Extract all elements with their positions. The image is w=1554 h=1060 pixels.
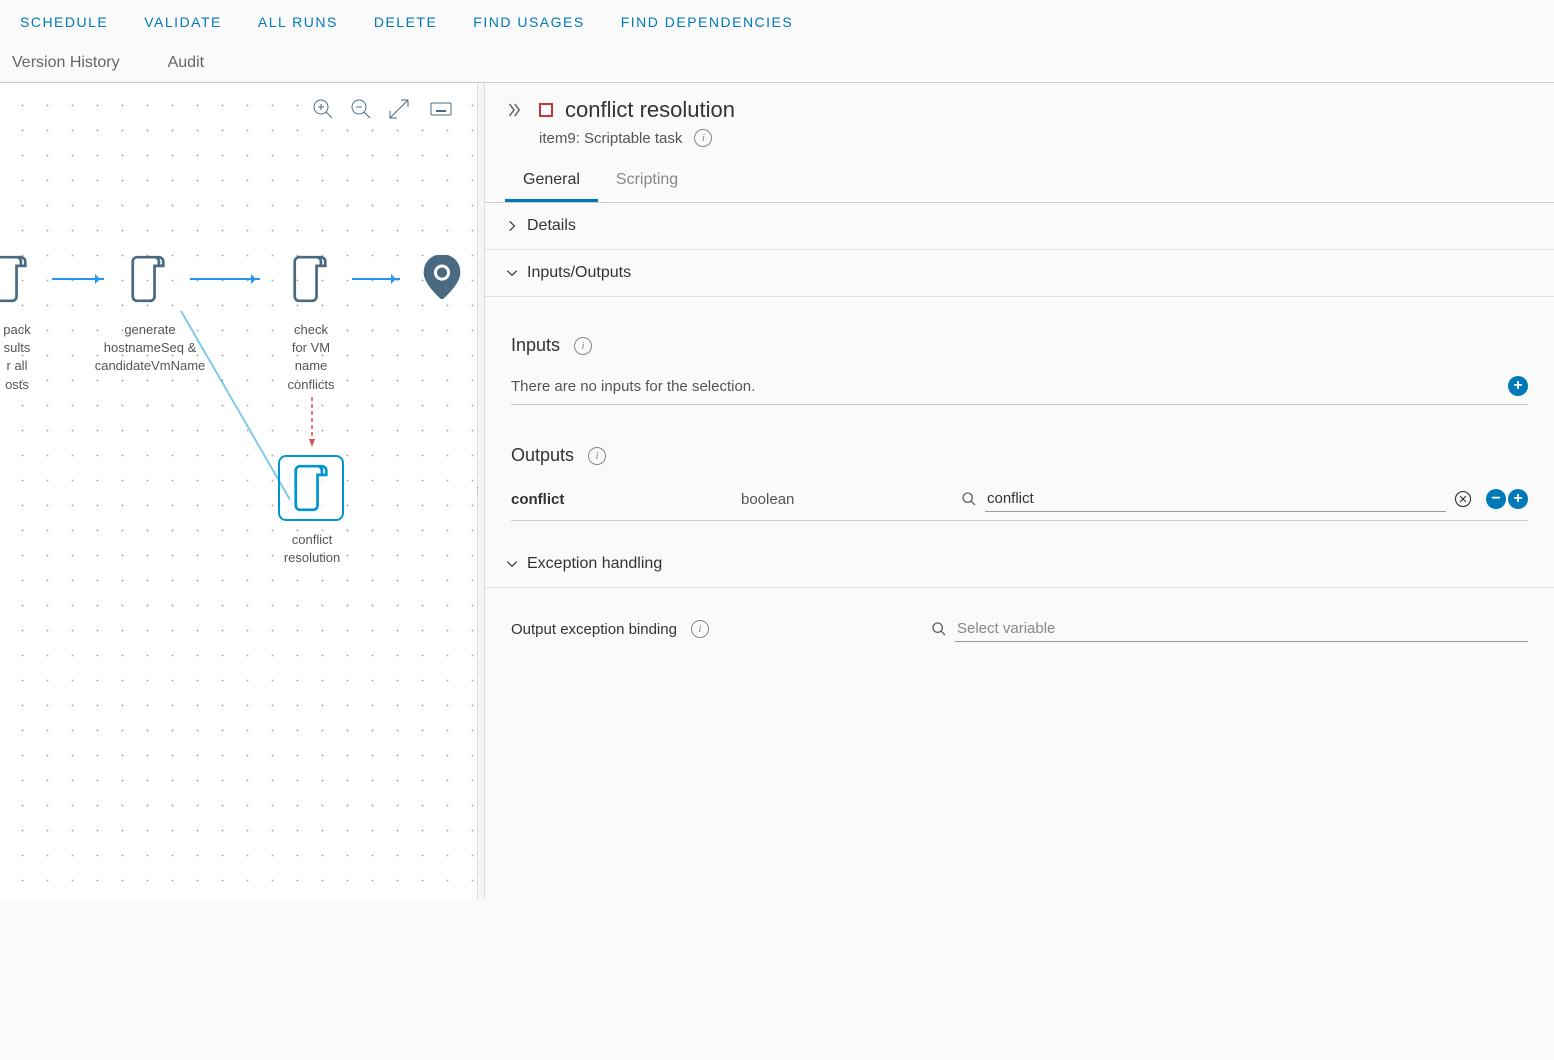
chevron-down-icon [505, 266, 519, 280]
chevron-right-icon [505, 219, 519, 233]
fit-screen-icon[interactable] [387, 97, 411, 121]
info-icon[interactable]: i [588, 447, 606, 465]
action-toolbar: SCHEDULE VALIDATE ALL RUNS DELETE FIND U… [0, 0, 1554, 44]
tab-audit[interactable]: Audit [168, 54, 204, 82]
add-output-button[interactable]: + [1508, 489, 1528, 509]
node-label: conflict resolution [274, 531, 350, 567]
workflow-canvas[interactable]: pack sults r all osts generate hostnameS… [0, 83, 477, 899]
all-runs-action[interactable]: ALL RUNS [258, 14, 338, 30]
node-label: generate hostnameSeq & candidateVmName [80, 321, 220, 376]
section-io-header[interactable]: Inputs/Outputs [485, 250, 1554, 297]
outputs-heading: Outputs [511, 445, 574, 466]
delete-action[interactable]: DELETE [374, 14, 437, 30]
section-exception-header[interactable]: Exception handling [485, 541, 1554, 588]
output-type: boolean [741, 491, 961, 508]
validate-action[interactable]: VALIDATE [144, 14, 222, 30]
node-generate-hostname[interactable] [118, 251, 178, 307]
flow-arrow [190, 278, 260, 280]
node-pack-results[interactable] [0, 251, 40, 307]
section-exception-body: Output exception binding i [485, 588, 1554, 670]
search-icon [931, 621, 947, 637]
exception-variable-input[interactable] [955, 616, 1528, 642]
info-icon[interactable]: i [694, 129, 712, 147]
panel-resize-handle[interactable]: ⋮⋮ [477, 83, 485, 899]
chevron-down-icon [505, 557, 519, 571]
find-dependencies-action[interactable]: FIND DEPENDENCIES [621, 14, 794, 30]
task-type-icon [539, 103, 553, 117]
collapse-panel-icon[interactable] [505, 101, 523, 119]
node-conflict-resolution[interactable] [278, 455, 344, 521]
node-check-conflicts[interactable] [280, 251, 340, 307]
flow-arrow [352, 278, 400, 280]
output-binding-input[interactable] [985, 486, 1446, 512]
add-input-button[interactable]: + [1508, 376, 1528, 396]
subtabs: Version History Audit [0, 44, 1554, 83]
inputs-empty-text: There are no inputs for the selection. [511, 378, 1472, 395]
panel-subtitle: item9: Scriptable task [539, 130, 682, 147]
clear-icon[interactable] [1454, 490, 1472, 508]
find-usages-action[interactable]: FIND USAGES [473, 14, 584, 30]
zoom-in-icon[interactable] [311, 97, 335, 121]
output-name: conflict [511, 491, 741, 508]
panel-tabs: General Scripting [485, 161, 1554, 203]
node-label: check for VM name conflicts [276, 321, 346, 394]
info-icon[interactable]: i [691, 620, 709, 638]
flow-arrow [52, 278, 104, 280]
tab-general[interactable]: General [505, 161, 598, 202]
section-io-body: Inputs i There are no inputs for the sel… [485, 297, 1554, 541]
search-icon [961, 491, 977, 507]
keyboard-icon[interactable] [425, 97, 457, 121]
canvas-toolbar [301, 91, 467, 127]
node-label: pack sults r all osts [0, 321, 42, 394]
inputs-heading: Inputs [511, 335, 560, 356]
info-icon[interactable]: i [574, 337, 592, 355]
section-details-header[interactable]: Details [485, 203, 1554, 250]
node-end[interactable] [412, 249, 472, 305]
flow-arrow-error [309, 397, 315, 447]
flow-line [180, 311, 291, 501]
remove-output-button[interactable]: − [1486, 489, 1506, 509]
panel-title: conflict resolution [565, 97, 735, 123]
zoom-out-icon[interactable] [349, 97, 373, 121]
tab-scripting[interactable]: Scripting [598, 161, 696, 202]
schedule-action[interactable]: SCHEDULE [20, 14, 108, 30]
properties-panel: conflict resolution item9: Scriptable ta… [485, 83, 1554, 899]
exception-binding-label: Output exception binding [511, 621, 677, 638]
tab-version-history[interactable]: Version History [12, 54, 120, 82]
